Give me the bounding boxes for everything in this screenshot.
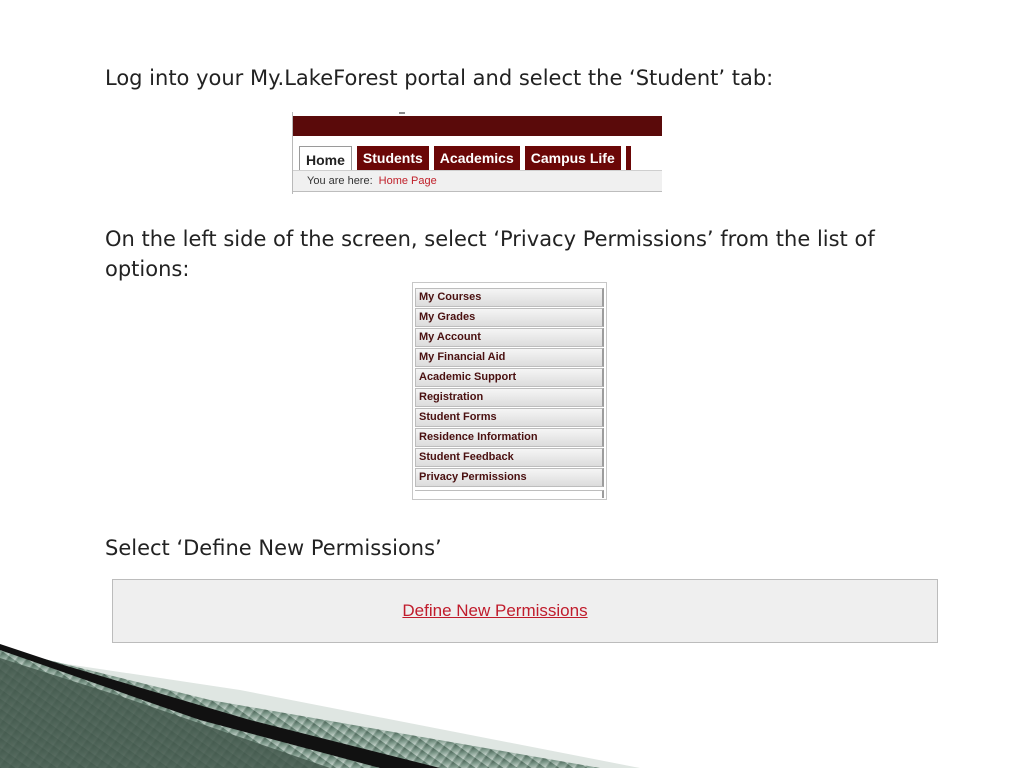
tab-campus-life[interactable]: Campus Life [524,146,621,170]
step-2-instruction: On the left side of the screen, select ‘… [105,227,875,281]
breadcrumb-label: You are here: [307,175,373,187]
menu-item-my-financial-aid[interactable]: My Financial Aid [415,348,604,367]
student-menu-screenshot: My Courses My Grades My Account My Finan… [412,282,607,500]
breadcrumb-home-link[interactable]: Home Page [379,175,437,187]
menu-item-student-feedback[interactable]: Student Feedback [415,448,604,467]
portal-tab-bar: Home Students Academics Campus Life [299,146,631,172]
menu-item-my-grades[interactable]: My Grades [415,308,604,327]
define-new-permissions-link[interactable]: Define New Permissions [402,601,587,621]
define-permissions-screenshot: Define New Permissions [112,579,938,643]
breadcrumb: You are here: Home Page [293,170,662,192]
menu-item-student-forms[interactable]: Student Forms [415,408,604,427]
menu-item-my-account[interactable]: My Account [415,328,604,347]
corner-decoration [0,644,640,768]
student-menu-list: My Courses My Grades My Account My Finan… [415,288,604,488]
step-3-instruction: Select ‘Define New Permissions’ [105,536,442,560]
tab-students[interactable]: Students [356,146,429,170]
menu-footer [415,490,604,498]
menu-item-residence-information[interactable]: Residence Information [415,428,604,447]
tab-home[interactable]: Home [299,146,352,172]
tab-overflow [625,146,631,170]
step-1-instruction: Log into your My.LakeForest portal and s… [105,66,774,90]
portal-banner [293,116,662,136]
tab-academics[interactable]: Academics [433,146,520,170]
menu-item-privacy-permissions[interactable]: Privacy Permissions [415,468,604,487]
menu-item-academic-support[interactable]: Academic Support [415,368,604,387]
menu-item-registration[interactable]: Registration [415,388,604,407]
menu-item-my-courses[interactable]: My Courses [415,288,604,307]
portal-tabs-screenshot: Home Students Academics Campus Life You … [292,112,662,194]
